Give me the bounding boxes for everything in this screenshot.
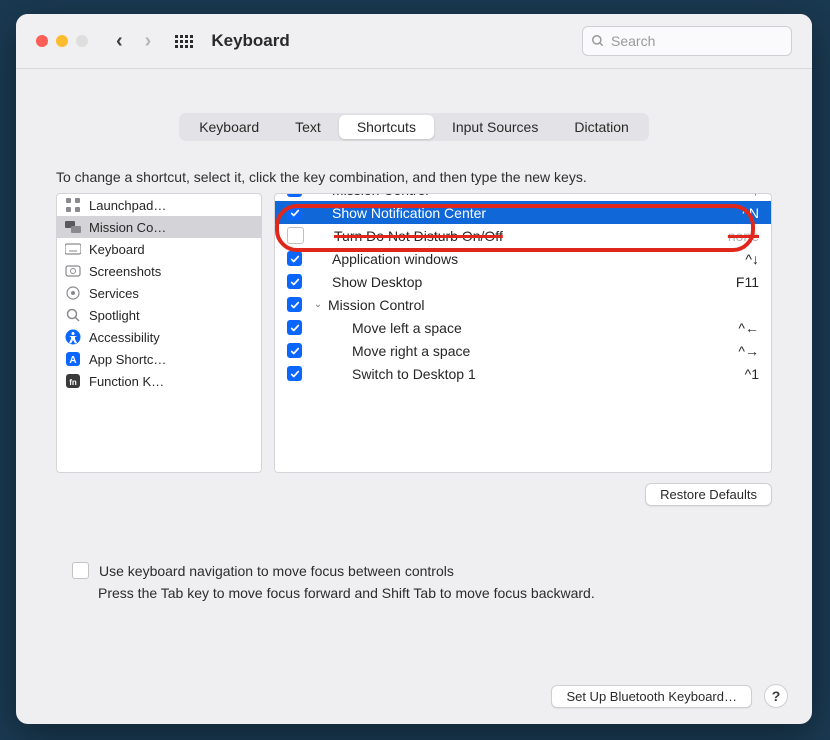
shortcut-row[interactable]: Application windows^↓	[275, 247, 771, 270]
sidebar-item-spotlight[interactable]: Spotlight	[57, 304, 261, 326]
shortcut-list[interactable]: Mission Control^↑Show Notification Cente…	[274, 193, 772, 473]
restore-defaults-button[interactable]: Restore Defaults	[645, 483, 772, 506]
help-button[interactable]: ?	[764, 684, 788, 708]
disclosure-triangle-icon[interactable]: ⌄	[312, 299, 324, 310]
shortcut-label: Mission Control	[328, 297, 759, 313]
minimize-window-button[interactable]	[56, 35, 68, 47]
shortcut-label: Application windows	[332, 251, 745, 267]
shortcut-row[interactable]: Move left a space^←	[275, 316, 771, 339]
window-title: Keyboard	[211, 31, 289, 51]
tab-bar: KeyboardTextShortcutsInput SourcesDictat…	[16, 113, 812, 141]
shortcut-key[interactable]: none	[728, 228, 759, 244]
close-window-button[interactable]	[36, 35, 48, 47]
svg-text:A: A	[69, 355, 76, 366]
shortcut-key[interactable]: ^N	[742, 205, 759, 221]
tab-shortcuts[interactable]: Shortcuts	[339, 115, 434, 139]
category-sidebar[interactable]: Launchpad… Mission Co… Keyboard Screenshots…	[56, 193, 262, 473]
preferences-window: ‹ › Keyboard Search KeyboardTextShortcut…	[16, 14, 812, 724]
instruction-text: To change a shortcut, select it, click t…	[56, 169, 772, 185]
shortcut-checkbox[interactable]	[287, 205, 302, 220]
sidebar-item-keyboard[interactable]: Keyboard	[57, 238, 261, 260]
shortcut-row[interactable]: Mission Control^↑	[275, 193, 771, 201]
shortcut-key[interactable]: ^1	[745, 366, 759, 382]
forward-button[interactable]: ›	[145, 30, 152, 53]
shortcut-row[interactable]: ⌄ Mission Control	[275, 293, 771, 316]
shortcut-checkbox[interactable]	[287, 274, 302, 289]
sidebar-item-appshortcuts[interactable]: A App Shortc…	[57, 348, 261, 370]
zoom-window-button[interactable]	[76, 35, 88, 47]
shortcut-label: Mission Control	[332, 193, 745, 198]
screenshots-icon	[65, 263, 81, 279]
shortcut-row[interactable]: Show Notification Center^N	[275, 201, 771, 224]
setup-bluetooth-keyboard-button[interactable]: Set Up Bluetooth Keyboard…	[551, 685, 752, 708]
sidebar-item-label: Keyboard	[89, 242, 145, 257]
sidebar-item-label: Mission Co…	[89, 220, 166, 235]
nav-arrows: ‹ ›	[116, 30, 151, 53]
shortcut-row[interactable]: Move right a space^→	[275, 339, 771, 362]
sidebar-item-label: Spotlight	[89, 308, 140, 323]
accessibility-icon	[65, 329, 81, 345]
shortcut-label: Switch to Desktop 1	[352, 366, 745, 382]
shortcut-checkbox[interactable]	[287, 343, 302, 358]
sidebar-item-screenshots[interactable]: Screenshots	[57, 260, 261, 282]
shortcut-checkbox[interactable]	[287, 227, 304, 244]
keyboard-icon	[65, 241, 81, 257]
shortcut-row[interactable]: Turn Do Not Disturb On/Offnone	[275, 224, 771, 247]
shortcut-key[interactable]: ^→	[738, 343, 759, 359]
shortcut-checkbox[interactable]	[287, 366, 302, 381]
shortcut-label: Move left a space	[352, 320, 738, 336]
sidebar-item-launchpad[interactable]: Launchpad…	[57, 194, 261, 216]
sidebar-item-label: Accessibility	[89, 330, 160, 345]
services-icon	[65, 285, 81, 301]
sidebar-item-label: Screenshots	[89, 264, 161, 279]
sidebar-item-label: Services	[89, 286, 139, 301]
appshortcuts-icon: A	[65, 351, 81, 367]
shortcut-label: Show Desktop	[332, 274, 736, 290]
keyboard-navigation-label: Use keyboard navigation to move focus be…	[99, 563, 454, 579]
sidebar-item-accessibility[interactable]: Accessibility	[57, 326, 261, 348]
titlebar: ‹ › Keyboard Search	[16, 14, 812, 69]
search-icon	[591, 34, 605, 48]
sidebar-item-label: Function K…	[89, 374, 164, 389]
tab-keyboard[interactable]: Keyboard	[181, 115, 277, 139]
shortcut-key[interactable]: F11	[736, 274, 759, 290]
shortcut-checkbox[interactable]	[287, 297, 302, 312]
functionkeys-icon: fn	[65, 373, 81, 389]
launchpad-icon	[65, 197, 81, 213]
shortcut-row[interactable]: Show DesktopF11	[275, 270, 771, 293]
sidebar-item-services[interactable]: Services	[57, 282, 261, 304]
shortcut-key[interactable]: ^←	[738, 320, 759, 336]
back-button[interactable]: ‹	[116, 30, 123, 53]
shortcut-checkbox[interactable]	[287, 193, 302, 197]
shortcut-checkbox[interactable]	[287, 320, 302, 335]
shortcut-label: Move right a space	[352, 343, 738, 359]
shortcut-checkbox[interactable]	[287, 251, 302, 266]
shortcut-key[interactable]: ^↓	[745, 251, 759, 267]
svg-text:fn: fn	[69, 378, 77, 387]
spotlight-icon	[65, 307, 81, 323]
tab-dictation[interactable]: Dictation	[556, 115, 646, 139]
sidebar-item-mission[interactable]: Mission Co…	[57, 216, 261, 238]
keyboard-navigation-checkbox-row: Use keyboard navigation to move focus be…	[72, 562, 812, 579]
search-field[interactable]: Search	[582, 26, 792, 56]
tab-input-sources[interactable]: Input Sources	[434, 115, 556, 139]
mission-icon	[65, 219, 81, 235]
search-placeholder: Search	[611, 33, 655, 49]
sidebar-item-label: Launchpad…	[89, 198, 166, 213]
shortcut-label: Show Notification Center	[332, 205, 742, 221]
sidebar-item-functionkeys[interactable]: fn Function K…	[57, 370, 261, 392]
shortcut-key[interactable]: ^↑	[745, 193, 759, 198]
keyboard-navigation-checkbox[interactable]	[72, 562, 89, 579]
show-all-icon[interactable]	[175, 35, 193, 48]
keyboard-navigation-help: Press the Tab key to move focus forward …	[98, 585, 812, 601]
tab-text[interactable]: Text	[277, 115, 339, 139]
window-controls	[36, 35, 88, 47]
shortcut-label: Turn Do Not Disturb On/Off	[334, 228, 728, 244]
shortcut-row[interactable]: Switch to Desktop 1^1	[275, 362, 771, 385]
sidebar-item-label: App Shortc…	[89, 352, 166, 367]
